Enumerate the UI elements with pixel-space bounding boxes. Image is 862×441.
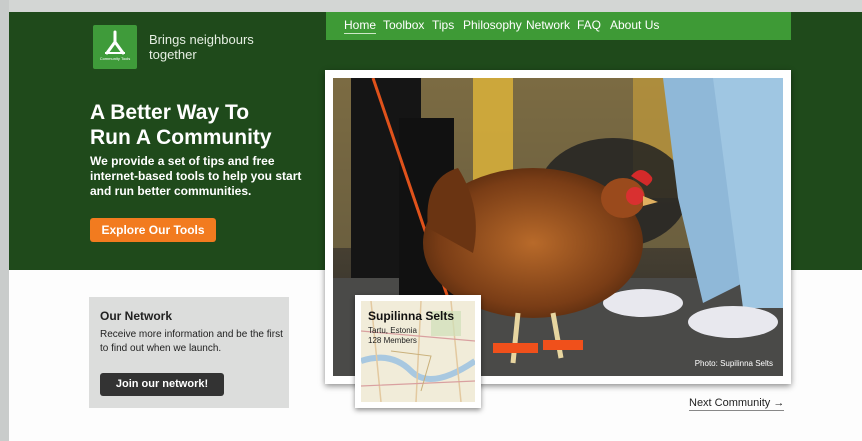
next-community-link[interactable]: Next Community → xyxy=(689,397,785,411)
tagline-line-1: Brings neighbours xyxy=(149,32,254,47)
nav-home[interactable]: Home xyxy=(344,17,377,34)
nav-philosophy[interactable]: Philosophy xyxy=(463,17,522,33)
community-card[interactable]: Supilinna Selts Tartu, Estonia 128 Membe… xyxy=(355,295,481,408)
network-description: Receive more information and be the firs… xyxy=(100,329,283,354)
hero-lead-text: We provide a set of tips and free intern… xyxy=(90,154,302,198)
explore-tools-button[interactable]: Explore Our Tools xyxy=(90,218,216,242)
top-strip xyxy=(9,0,862,12)
join-network-button[interactable]: Join our network! xyxy=(100,373,224,396)
page: Community Tools Brings neighbours togeth… xyxy=(9,0,862,441)
nav-tips[interactable]: Tips xyxy=(432,17,454,33)
tagline-line-2: together xyxy=(149,47,197,62)
tagline: Brings neighbours together xyxy=(149,32,254,62)
community-members: 128 Members xyxy=(368,336,417,345)
headline-line-1: A Better Way To xyxy=(90,101,250,124)
headline-line-2: Run A Community xyxy=(90,126,272,149)
main-nav: Home Toolbox Tips Philosophy Network FAQ… xyxy=(326,12,791,40)
network-signup-box: Our Network Receive more information and… xyxy=(89,297,289,408)
nav-about-us[interactable]: About Us xyxy=(610,17,659,33)
logo-text: Community Tools xyxy=(99,56,131,61)
nav-faq[interactable]: FAQ xyxy=(577,17,601,33)
network-title: Our Network xyxy=(100,309,173,323)
photo-credit: Photo: Supilinna Selts xyxy=(694,359,773,368)
community-name: Supilinna Selts xyxy=(368,309,455,323)
nav-toolbox[interactable]: Toolbox xyxy=(383,17,424,33)
hero-headline: A Better Way To Run A Community xyxy=(90,100,320,150)
nav-network[interactable]: Network xyxy=(526,17,570,33)
community-tools-logo[interactable]: Community Tools xyxy=(93,25,137,69)
community-location: Tartu, Estonia xyxy=(368,326,417,335)
people-logo-icon xyxy=(105,30,125,55)
